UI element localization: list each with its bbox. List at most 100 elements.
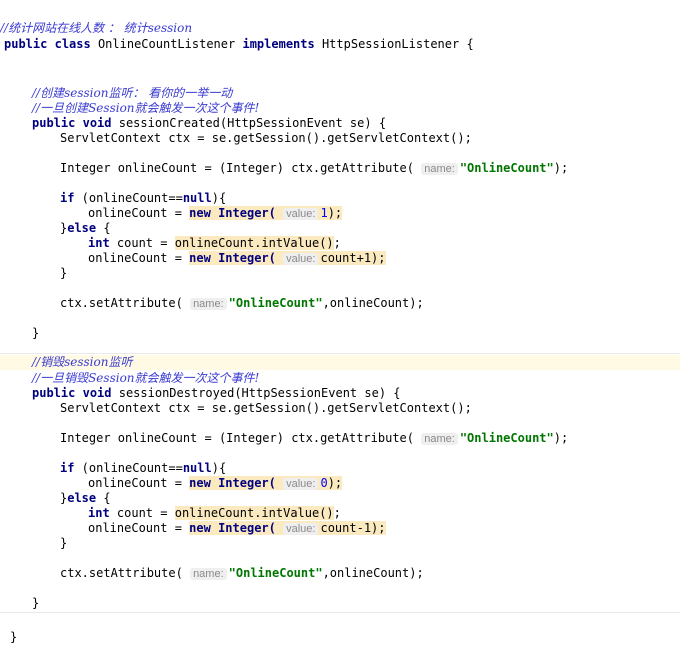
keyword-void: void (82, 386, 112, 400)
comment-create-1: //创建session监听： 看你的一举一动 (32, 86, 233, 100)
code-line-close-class: } (10, 630, 680, 645)
if-condition: (onlineCount== (74, 191, 183, 205)
assign-pre: onlineCount = (88, 476, 190, 490)
code-line-comment-create-2: //一旦创建Session就会触发一次这个事件! (32, 101, 680, 116)
integer-ctor: Integer( (218, 206, 276, 220)
param-hint: value: (283, 523, 319, 535)
set-attr-pre: ctx.setAttribute( (60, 296, 183, 310)
keyword-new: new (189, 476, 211, 490)
set-attr-post: ,onlineCount); (322, 296, 424, 310)
int-decl: count = (109, 506, 175, 520)
class-name: OnlineCountListener (97, 37, 236, 51)
code-line-method-destroyed: public void sessionDestroyed(HttpSession… (32, 386, 680, 401)
keyword-void: void (82, 116, 112, 130)
assign-pre: onlineCount = (88, 251, 190, 265)
param-hint: value: (283, 478, 319, 490)
if-close: ){ (211, 461, 227, 475)
param-hint: value: (283, 208, 319, 220)
keyword-new: new (189, 521, 211, 535)
if-close: ){ (211, 191, 227, 205)
keyword-public: public (32, 386, 76, 400)
else-open: { (96, 221, 111, 235)
code-line-method-created: public void sessionCreated(HttpSessionEv… (32, 116, 680, 131)
code-line-else: }else { (60, 221, 680, 236)
code-line-set-attr: ctx.setAttribute( name: "OnlineCount",onl… (60, 296, 680, 311)
get-attr-pre: Integer onlineCount = (Integer) ctx.getA… (60, 161, 415, 175)
code-line-set-attr-2: ctx.setAttribute( name: "OnlineCount",onl… (60, 566, 680, 581)
get-attr-post: ); (553, 431, 569, 445)
else-open: { (96, 491, 111, 505)
assign-pre: onlineCount = (88, 206, 190, 220)
code-editor[interactable]: //统计网站在线人数 ： 统计session public class Onli… (0, 0, 680, 668)
keyword-else: else (67, 221, 97, 235)
method-signature: sessionDestroyed(HttpSessionEvent se) { (118, 386, 401, 400)
param-hint: value: (283, 253, 319, 265)
ctx-statement: ServletContext ctx = se.getSession().get… (60, 401, 472, 415)
set-attr-post: ,onlineCount); (322, 566, 424, 580)
keyword-implements: implements (242, 37, 315, 51)
string-literal: "OnlineCount" (459, 161, 554, 175)
number-literal: 1 (320, 206, 328, 220)
keyword-int: int (88, 236, 110, 250)
open-brace: { (466, 37, 474, 51)
code-line-int: int count = onlineCount.intValue(); (88, 236, 680, 251)
code-line-ctx: ServletContext ctx = se.getSession().get… (60, 131, 680, 146)
close-brace: } (60, 536, 68, 550)
code-line-new-plus: onlineCount = new Integer( value: count+1… (88, 251, 680, 266)
comment-create-2: //一旦创建Session就会触发一次这个事件! (32, 101, 260, 115)
code-line-else-2: }else { (60, 491, 680, 506)
keyword-public: public (32, 116, 76, 130)
code-line-new-zero: onlineCount = new Integer( value: 0); (88, 476, 680, 491)
code-line-new-minus: onlineCount = new Integer( value: count-1… (88, 521, 680, 536)
param-hint: name: (421, 163, 458, 175)
number-literal: 0 (320, 476, 328, 490)
semicolon: ; (333, 506, 341, 520)
code-line-1: //统计网站在线人数 ： 统计session (0, 21, 680, 36)
code-line-get-attr-2: Integer onlineCount = (Integer) ctx.getA… (60, 431, 680, 446)
highlighted-expression: onlineCount.intValue() (174, 506, 334, 520)
ctx-statement: ServletContext ctx = se.getSession().get… (60, 131, 472, 145)
code-line-close-method: } (32, 326, 680, 341)
assign-post: ); (327, 476, 343, 490)
get-attr-pre: Integer onlineCount = (Integer) ctx.getA… (60, 431, 415, 445)
param-hint: name: (190, 298, 227, 310)
code-line-new-one: onlineCount = new Integer( value: 1); (88, 206, 680, 221)
code-line-close-inner-2: } (60, 536, 680, 551)
close-brace: } (10, 630, 18, 644)
keyword-if: if (60, 191, 75, 205)
code-line-close-inner: } (60, 266, 680, 281)
class-end-separator (0, 612, 680, 613)
integer-ctor: Integer( (218, 476, 276, 490)
code-line-if-2: if (onlineCount==null){ (60, 461, 680, 476)
string-literal: "OnlineCount" (228, 296, 323, 310)
assign-post: ); (371, 251, 386, 265)
get-attr-post: ); (553, 161, 569, 175)
assign-post: ); (371, 521, 386, 535)
expression-value: count+1 (320, 251, 372, 265)
code-line-int-2: int count = onlineCount.intValue(); (88, 506, 680, 521)
keyword-else: else (67, 491, 97, 505)
code-line-comment-destroy-2: //一旦销毁Session就会触发一次这个事件! (32, 371, 680, 386)
method-separator (0, 353, 680, 354)
close-brace: } (32, 596, 40, 610)
keyword-null: null (182, 461, 212, 475)
close-brace: } (32, 326, 40, 340)
assign-post: ); (327, 206, 343, 220)
code-line-comment-destroy-1: //销毁session监听 (0, 355, 680, 370)
highlighted-expression: onlineCount.intValue() (174, 236, 334, 250)
int-decl: count = (109, 236, 175, 250)
code-line-get-attr: Integer onlineCount = (Integer) ctx.getA… (60, 161, 680, 176)
set-attr-pre: ctx.setAttribute( (60, 566, 183, 580)
interface-name: HttpSessionListener (321, 37, 460, 51)
method-signature: sessionCreated(HttpSessionEvent se) { (118, 116, 387, 130)
keyword-if: if (60, 461, 75, 475)
comment-destroy-2: //一旦销毁Session就会触发一次这个事件! (32, 371, 260, 385)
keyword-new: new (189, 206, 211, 220)
param-hint: name: (190, 568, 227, 580)
param-hint: name: (421, 433, 458, 445)
keyword-class: class (54, 37, 91, 51)
comment-destroy-1: //销毁session监听 (32, 355, 133, 369)
close-brace: } (60, 266, 68, 280)
code-line-ctx-2: ServletContext ctx = se.getSession().get… (60, 401, 680, 416)
keyword-new: new (189, 251, 211, 265)
